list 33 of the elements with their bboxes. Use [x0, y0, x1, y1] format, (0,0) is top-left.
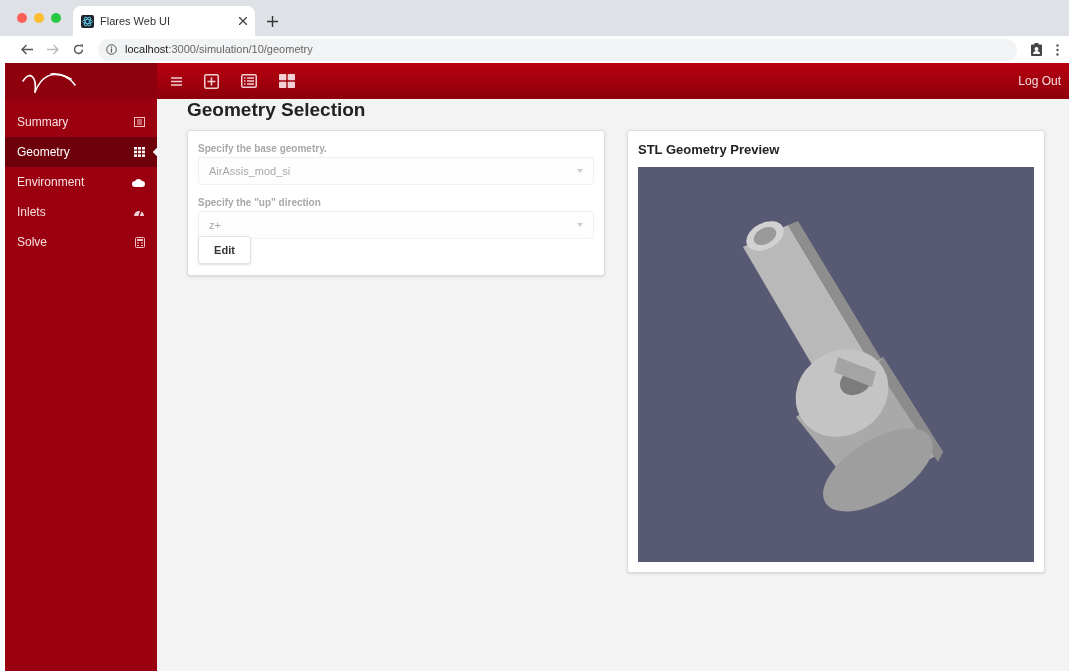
- grid-icon: [134, 147, 145, 157]
- sidebar-item[interactable]: Geometry: [5, 137, 157, 167]
- field-label: Specify the base geometry.: [198, 142, 328, 156]
- profile-icon[interactable]: [1031, 43, 1042, 56]
- sidebar-item[interactable]: Summary: [5, 107, 157, 137]
- edit-button[interactable]: Edit: [198, 236, 251, 264]
- list-icon: [134, 117, 145, 127]
- dropdown-arrow-icon: [577, 169, 583, 173]
- sidebar-item[interactable]: Inlets: [5, 197, 157, 227]
- field-label: Specify the "up" direction: [198, 196, 322, 210]
- add-icon[interactable]: [204, 73, 219, 89]
- reload-icon[interactable]: [73, 44, 84, 55]
- address-field[interactable]: localhost:3000/simulation/10/geometry: [98, 38, 1017, 61]
- close-icon[interactable]: [239, 17, 247, 25]
- atom-icon: [81, 14, 94, 28]
- page-title: Geometry Selection: [187, 100, 367, 122]
- calculator-icon: [135, 236, 145, 248]
- browser-tab[interactable]: Flares Web UI: [73, 6, 255, 36]
- list-icon[interactable]: [241, 74, 257, 88]
- grid-icon[interactable]: [279, 74, 295, 88]
- cloud-icon: [132, 177, 145, 187]
- dropdown-arrow-icon: [577, 223, 583, 227]
- more-icon[interactable]: [1056, 43, 1059, 56]
- logout-link[interactable]: Log Out: [1018, 72, 1061, 90]
- sidebar-item[interactable]: Environment: [5, 167, 157, 197]
- preview-title: STL Geometry Preview: [638, 141, 781, 159]
- new-tab-icon[interactable]: [267, 15, 278, 27]
- sidebar-item[interactable]: Solve: [5, 227, 157, 257]
- tab-title: Flares Web UI: [100, 13, 172, 29]
- info-icon: [106, 44, 117, 55]
- menu-icon[interactable]: [171, 76, 182, 86]
- url-text: localhost:3000/simulation/10/geometry: [125, 42, 313, 58]
- back-icon[interactable]: [21, 44, 33, 55]
